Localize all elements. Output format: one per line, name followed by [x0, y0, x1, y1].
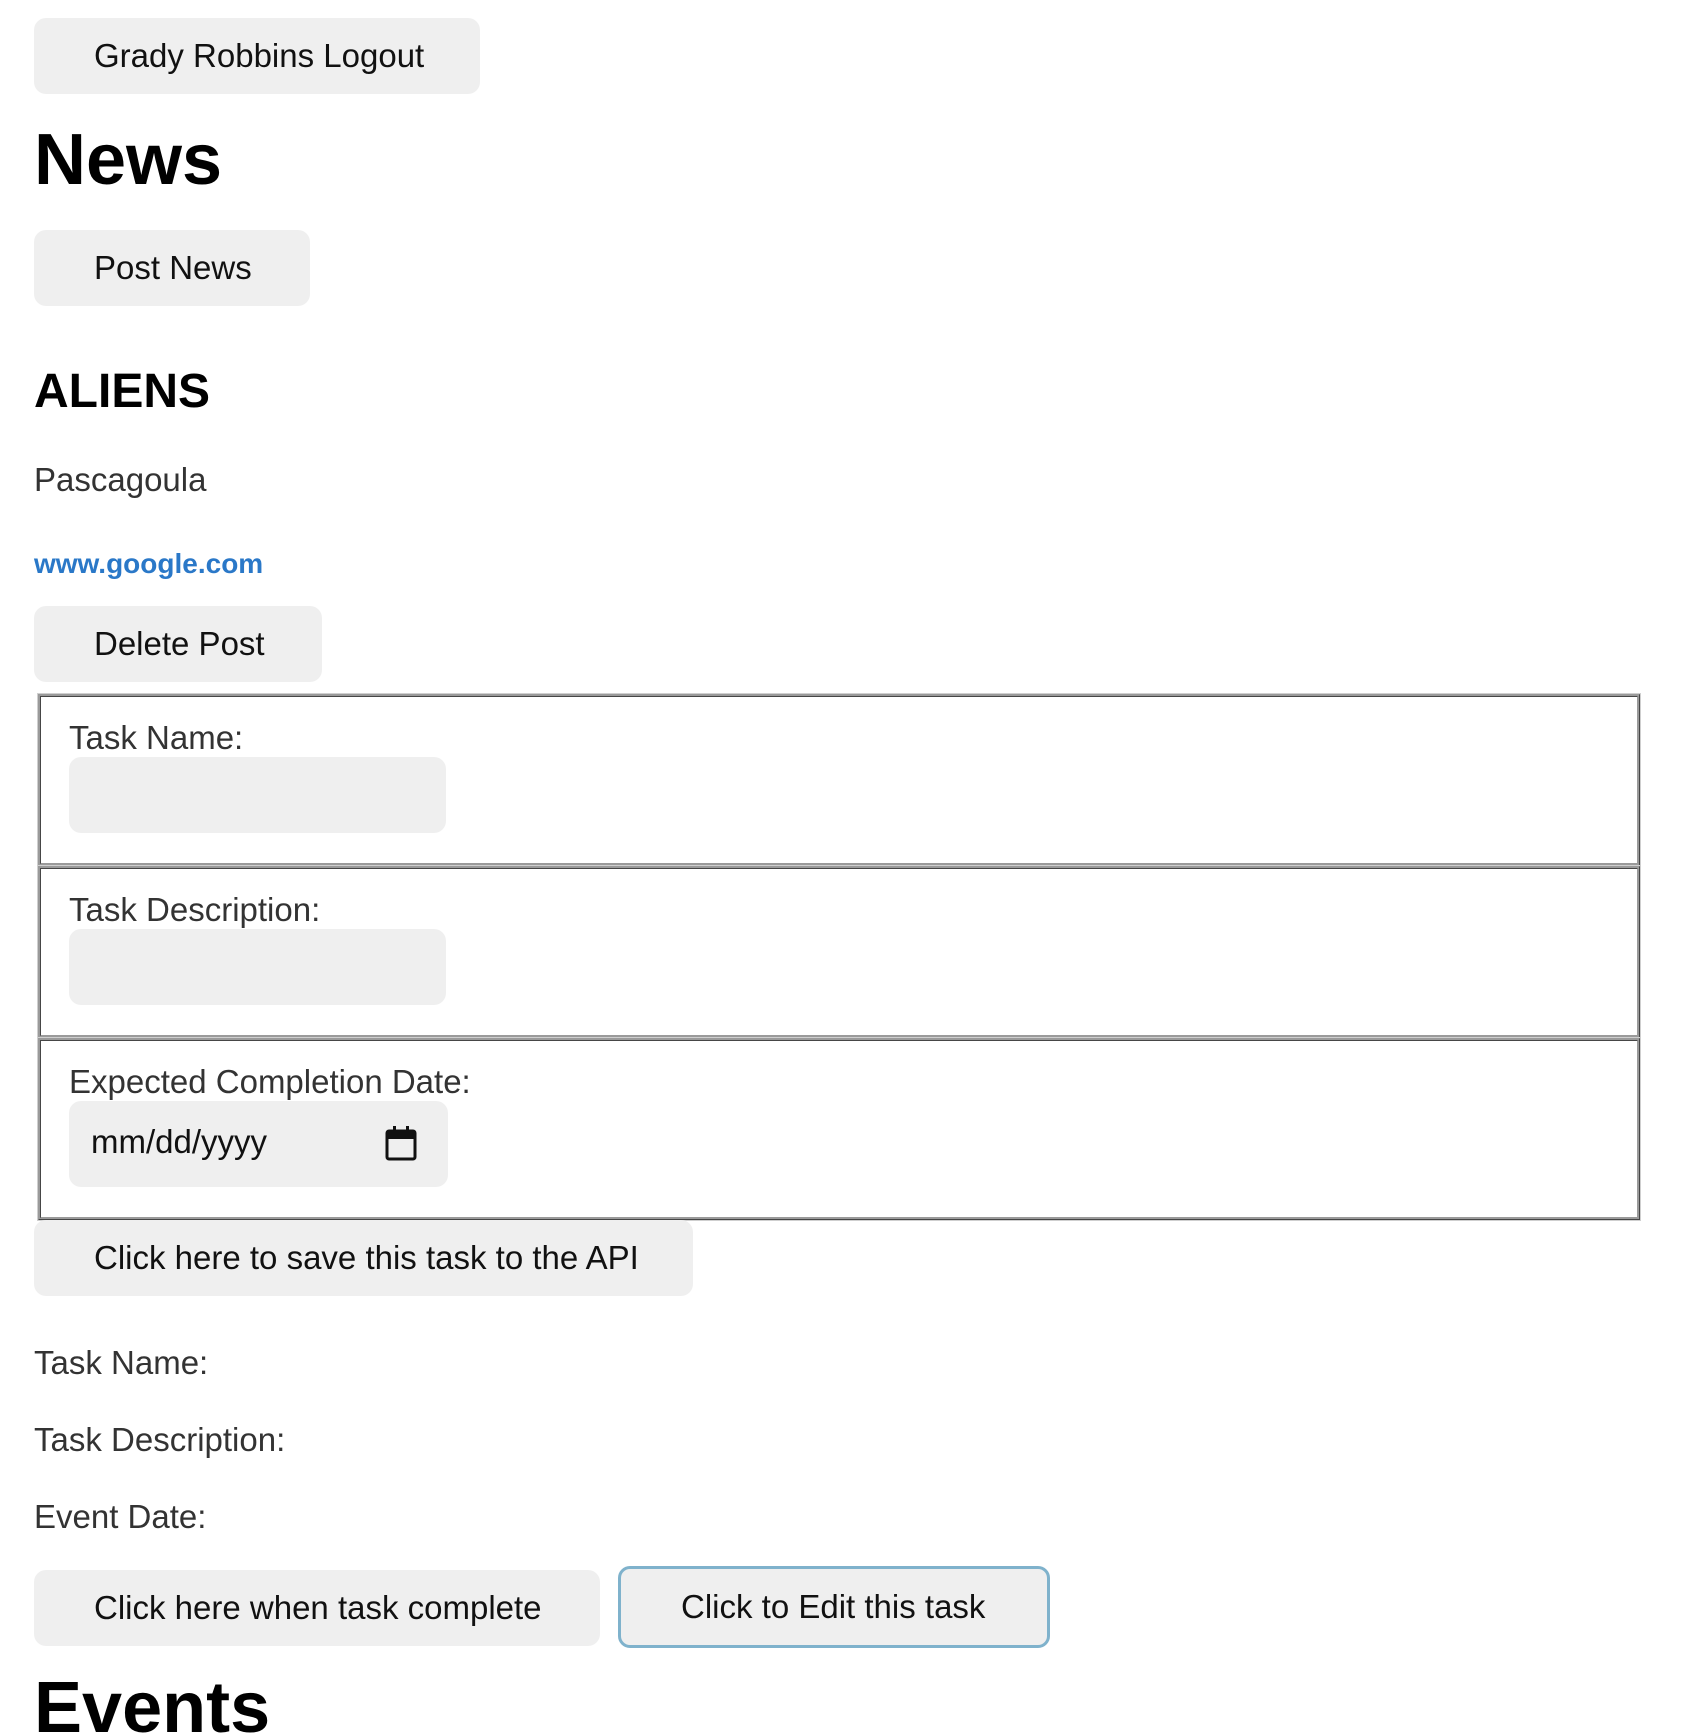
task-complete-button[interactable]: Click here when task complete: [34, 1570, 600, 1646]
completion-date-fieldset: Expected Completion Date: mm/dd/yyyy: [37, 1037, 1641, 1221]
post-link[interactable]: www.google.com: [34, 550, 263, 578]
news-heading: News: [34, 120, 223, 200]
task-description-display: Task Description:: [34, 1421, 286, 1458]
event-date-display: Event Date:: [34, 1498, 207, 1535]
task-name-display: Task Name:: [34, 1344, 209, 1381]
task-description-fieldset: Task Description:: [37, 865, 1641, 1039]
post-title: ALIENS: [34, 365, 211, 418]
logout-button[interactable]: Grady Robbins Logout: [34, 18, 480, 94]
task-description-label: Task Description:: [69, 891, 321, 928]
calendar-icon[interactable]: [385, 1125, 417, 1161]
task-name-input[interactable]: [69, 757, 446, 833]
save-task-button[interactable]: Click here to save this task to the API: [34, 1220, 693, 1296]
task-name-label: Task Name:: [69, 719, 244, 756]
events-heading: Events: [34, 1668, 271, 1734]
task-name-fieldset: Task Name:: [37, 693, 1641, 867]
page: Grady Robbins Logout News Post News ALIE…: [0, 0, 1700, 1734]
post-news-button[interactable]: Post News: [34, 230, 310, 306]
completion-date-label: Expected Completion Date:: [69, 1063, 471, 1100]
completion-date-input[interactable]: mm/dd/yyyy: [69, 1101, 448, 1187]
date-placeholder: mm/dd/yyyy: [91, 1123, 268, 1160]
task-description-input[interactable]: [69, 929, 446, 1005]
edit-task-button[interactable]: Click to Edit this task: [618, 1566, 1050, 1648]
post-location: Pascagoula: [34, 461, 207, 498]
delete-post-button[interactable]: Delete Post: [34, 606, 322, 682]
